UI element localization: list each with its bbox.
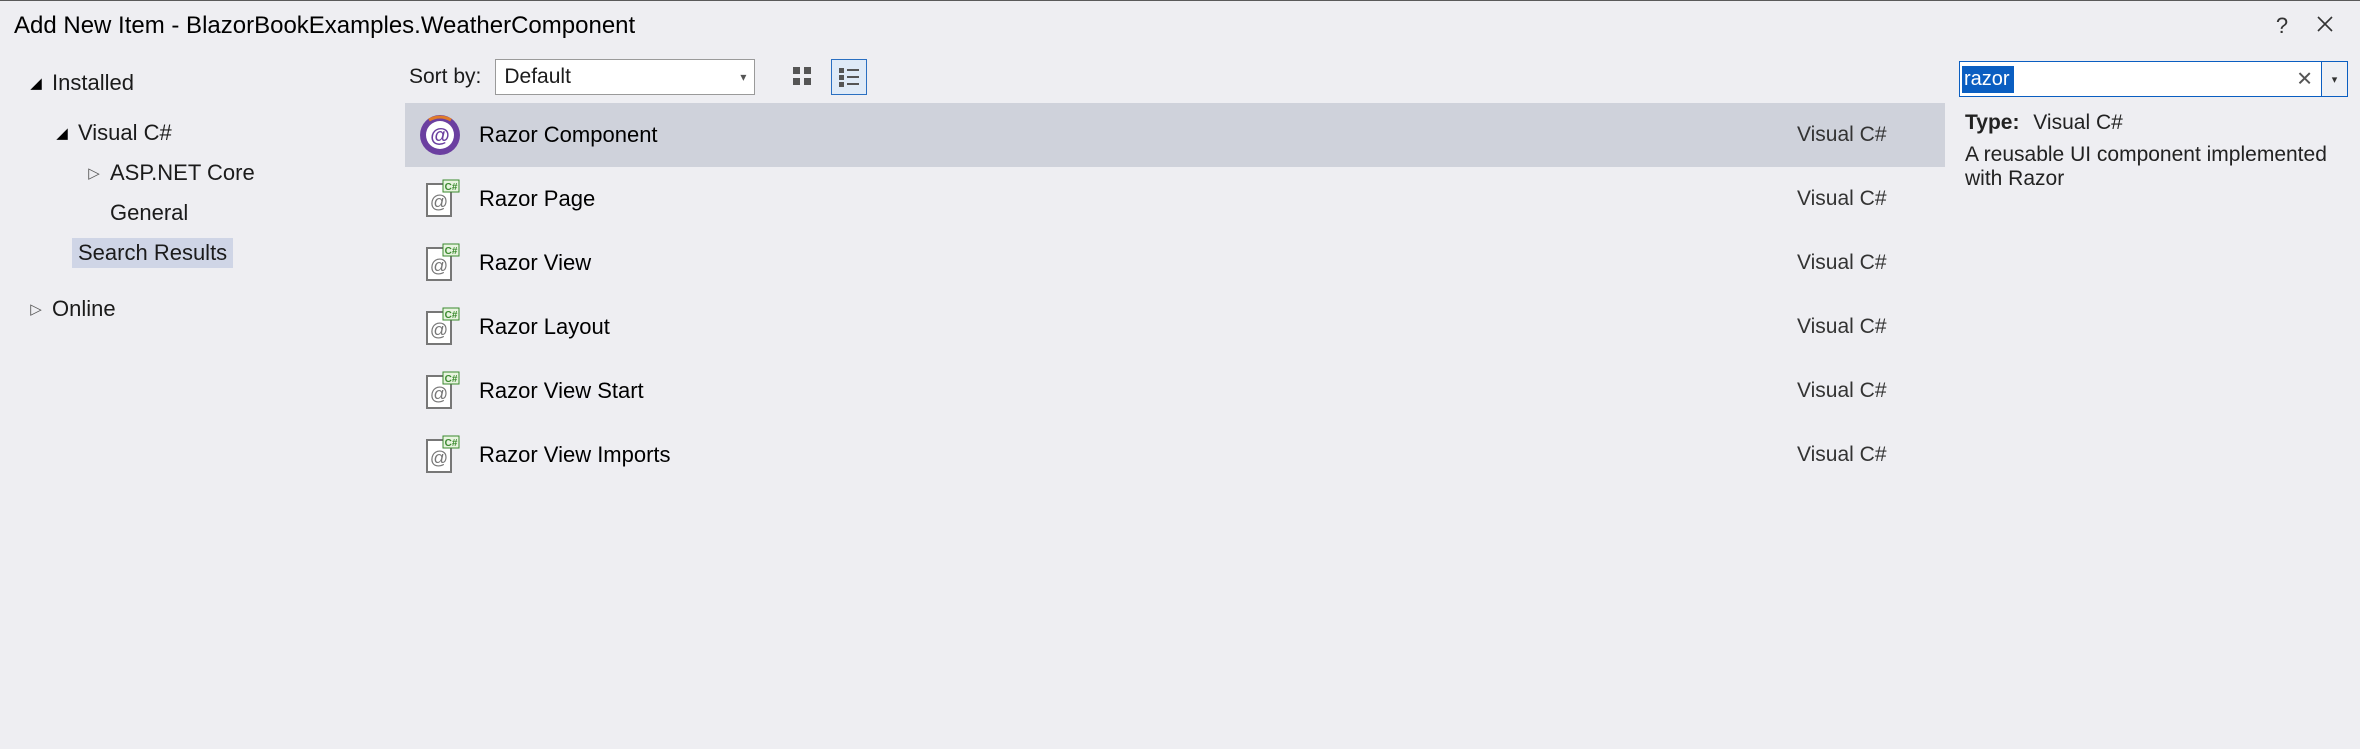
sort-by-value: Default: [504, 65, 571, 89]
tree-item-online[interactable]: ▷ Online: [6, 289, 399, 329]
template-details: Type: Visual C# A reusable UI component …: [1959, 97, 2348, 197]
type-label: Type:: [1965, 111, 2019, 134]
svg-text:@: @: [430, 448, 448, 468]
svg-text:C#: C#: [445, 438, 458, 449]
chevron-down-icon: ▾: [2332, 73, 2338, 86]
tree-label-general: General: [104, 198, 194, 228]
search-wrap: razor ✕ ▾: [1959, 61, 2348, 97]
search-input[interactable]: razor ✕: [1959, 61, 2322, 97]
template-row-razor-view[interactable]: @ C# Razor View Visual C#: [405, 231, 1945, 295]
csharp-file-icon: @ C#: [419, 434, 479, 476]
view-medium-icons-button[interactable]: [785, 59, 821, 95]
template-lang: Visual C#: [1797, 187, 1927, 211]
help-button[interactable]: ?: [2262, 13, 2302, 39]
tree-item-general[interactable]: General: [6, 193, 399, 233]
svg-text:C#: C#: [445, 182, 458, 193]
tree-item-aspnet-core[interactable]: ▷ ASP.NET Core: [6, 153, 399, 193]
window-title: Add New Item - BlazorBookExamples.Weathe…: [14, 12, 635, 40]
template-name: Razor Layout: [479, 314, 1797, 340]
sort-by-label: Sort by:: [409, 65, 481, 89]
template-name: Razor Page: [479, 186, 1797, 212]
details-panel: razor ✕ ▾ Type: Visual C# A reusable UI …: [1945, 51, 2360, 749]
template-name: Razor View Imports: [479, 442, 1797, 468]
template-row-razor-layout[interactable]: @ C# Razor Layout Visual C#: [405, 295, 1945, 359]
template-toolbar: Sort by: Default ▾: [405, 51, 1945, 103]
csharp-file-icon: @ C#: [419, 178, 479, 220]
search-dropdown-button[interactable]: ▾: [2322, 61, 2348, 97]
chevron-down-icon: ◢: [26, 74, 46, 92]
svg-text:@: @: [430, 125, 450, 147]
chevron-right-icon: ▷: [26, 300, 46, 318]
template-panel: Sort by: Default ▾: [405, 51, 1945, 749]
tree-label-visual-csharp: Visual C#: [72, 118, 178, 148]
tree-label-installed: Installed: [46, 68, 140, 98]
template-name: Razor Component: [479, 122, 1797, 148]
template-lang: Visual C#: [1797, 251, 1927, 275]
svg-text:@: @: [430, 320, 448, 340]
svg-text:@: @: [430, 256, 448, 276]
dialog-body: ◢ Installed ◢ Visual C# ▷ ASP.NET Core G…: [0, 51, 2360, 749]
template-lang: Visual C#: [1797, 443, 1927, 467]
svg-text:C#: C#: [445, 310, 458, 321]
clear-search-button[interactable]: ✕: [2296, 67, 2313, 92]
template-row-razor-component[interactable]: @ Razor Component Visual C#: [405, 103, 1945, 167]
titlebar: Add New Item - BlazorBookExamples.Weathe…: [0, 1, 2360, 51]
csharp-file-icon: @ C#: [419, 370, 479, 412]
template-list: @ Razor Component Visual C# @ C#: [405, 103, 1945, 749]
template-description: A reusable UI component implemented with…: [1965, 143, 2342, 191]
template-row-razor-view-start[interactable]: @ C# Razor View Start Visual C#: [405, 359, 1945, 423]
close-button[interactable]: [2302, 13, 2348, 39]
template-lang: Visual C#: [1797, 379, 1927, 403]
sort-by-combo[interactable]: Default ▾: [495, 59, 755, 95]
template-row-razor-page[interactable]: @ C# Razor Page Visual C#: [405, 167, 1945, 231]
chevron-down-icon: ▾: [740, 70, 746, 84]
tree-label-online: Online: [46, 294, 122, 324]
svg-text:C#: C#: [445, 246, 458, 257]
csharp-file-icon: @ C#: [419, 242, 479, 284]
chevron-right-icon: ▷: [84, 164, 104, 182]
tree-label-search-results: Search Results: [72, 238, 233, 268]
tree-item-search-results[interactable]: Search Results: [6, 233, 399, 273]
tree-label-aspnet-core: ASP.NET Core: [104, 158, 261, 188]
template-name: Razor View Start: [479, 378, 1797, 404]
add-new-item-dialog: Add New Item - BlazorBookExamples.Weathe…: [0, 0, 2360, 749]
tree-item-installed[interactable]: ◢ Installed: [6, 63, 399, 103]
type-value: Visual C#: [2033, 111, 2123, 134]
type-line: Type: Visual C#: [1965, 111, 2342, 135]
tree-item-visual-csharp[interactable]: ◢ Visual C#: [6, 113, 399, 153]
svg-text:C#: C#: [445, 374, 458, 385]
svg-text:@: @: [430, 384, 448, 404]
template-name: Razor View: [479, 250, 1797, 276]
template-lang: Visual C#: [1797, 123, 1927, 147]
template-row-razor-view-imports[interactable]: @ C# Razor View Imports Visual C#: [405, 423, 1945, 487]
svg-text:@: @: [430, 192, 448, 212]
template-lang: Visual C#: [1797, 315, 1927, 339]
view-small-icons-button[interactable]: [831, 59, 867, 95]
razor-component-icon: @: [419, 114, 479, 156]
chevron-down-icon: ◢: [52, 124, 72, 142]
search-text-selected: razor: [1962, 66, 2014, 93]
csharp-file-icon: @ C#: [419, 306, 479, 348]
category-tree: ◢ Installed ◢ Visual C# ▷ ASP.NET Core G…: [0, 51, 405, 749]
